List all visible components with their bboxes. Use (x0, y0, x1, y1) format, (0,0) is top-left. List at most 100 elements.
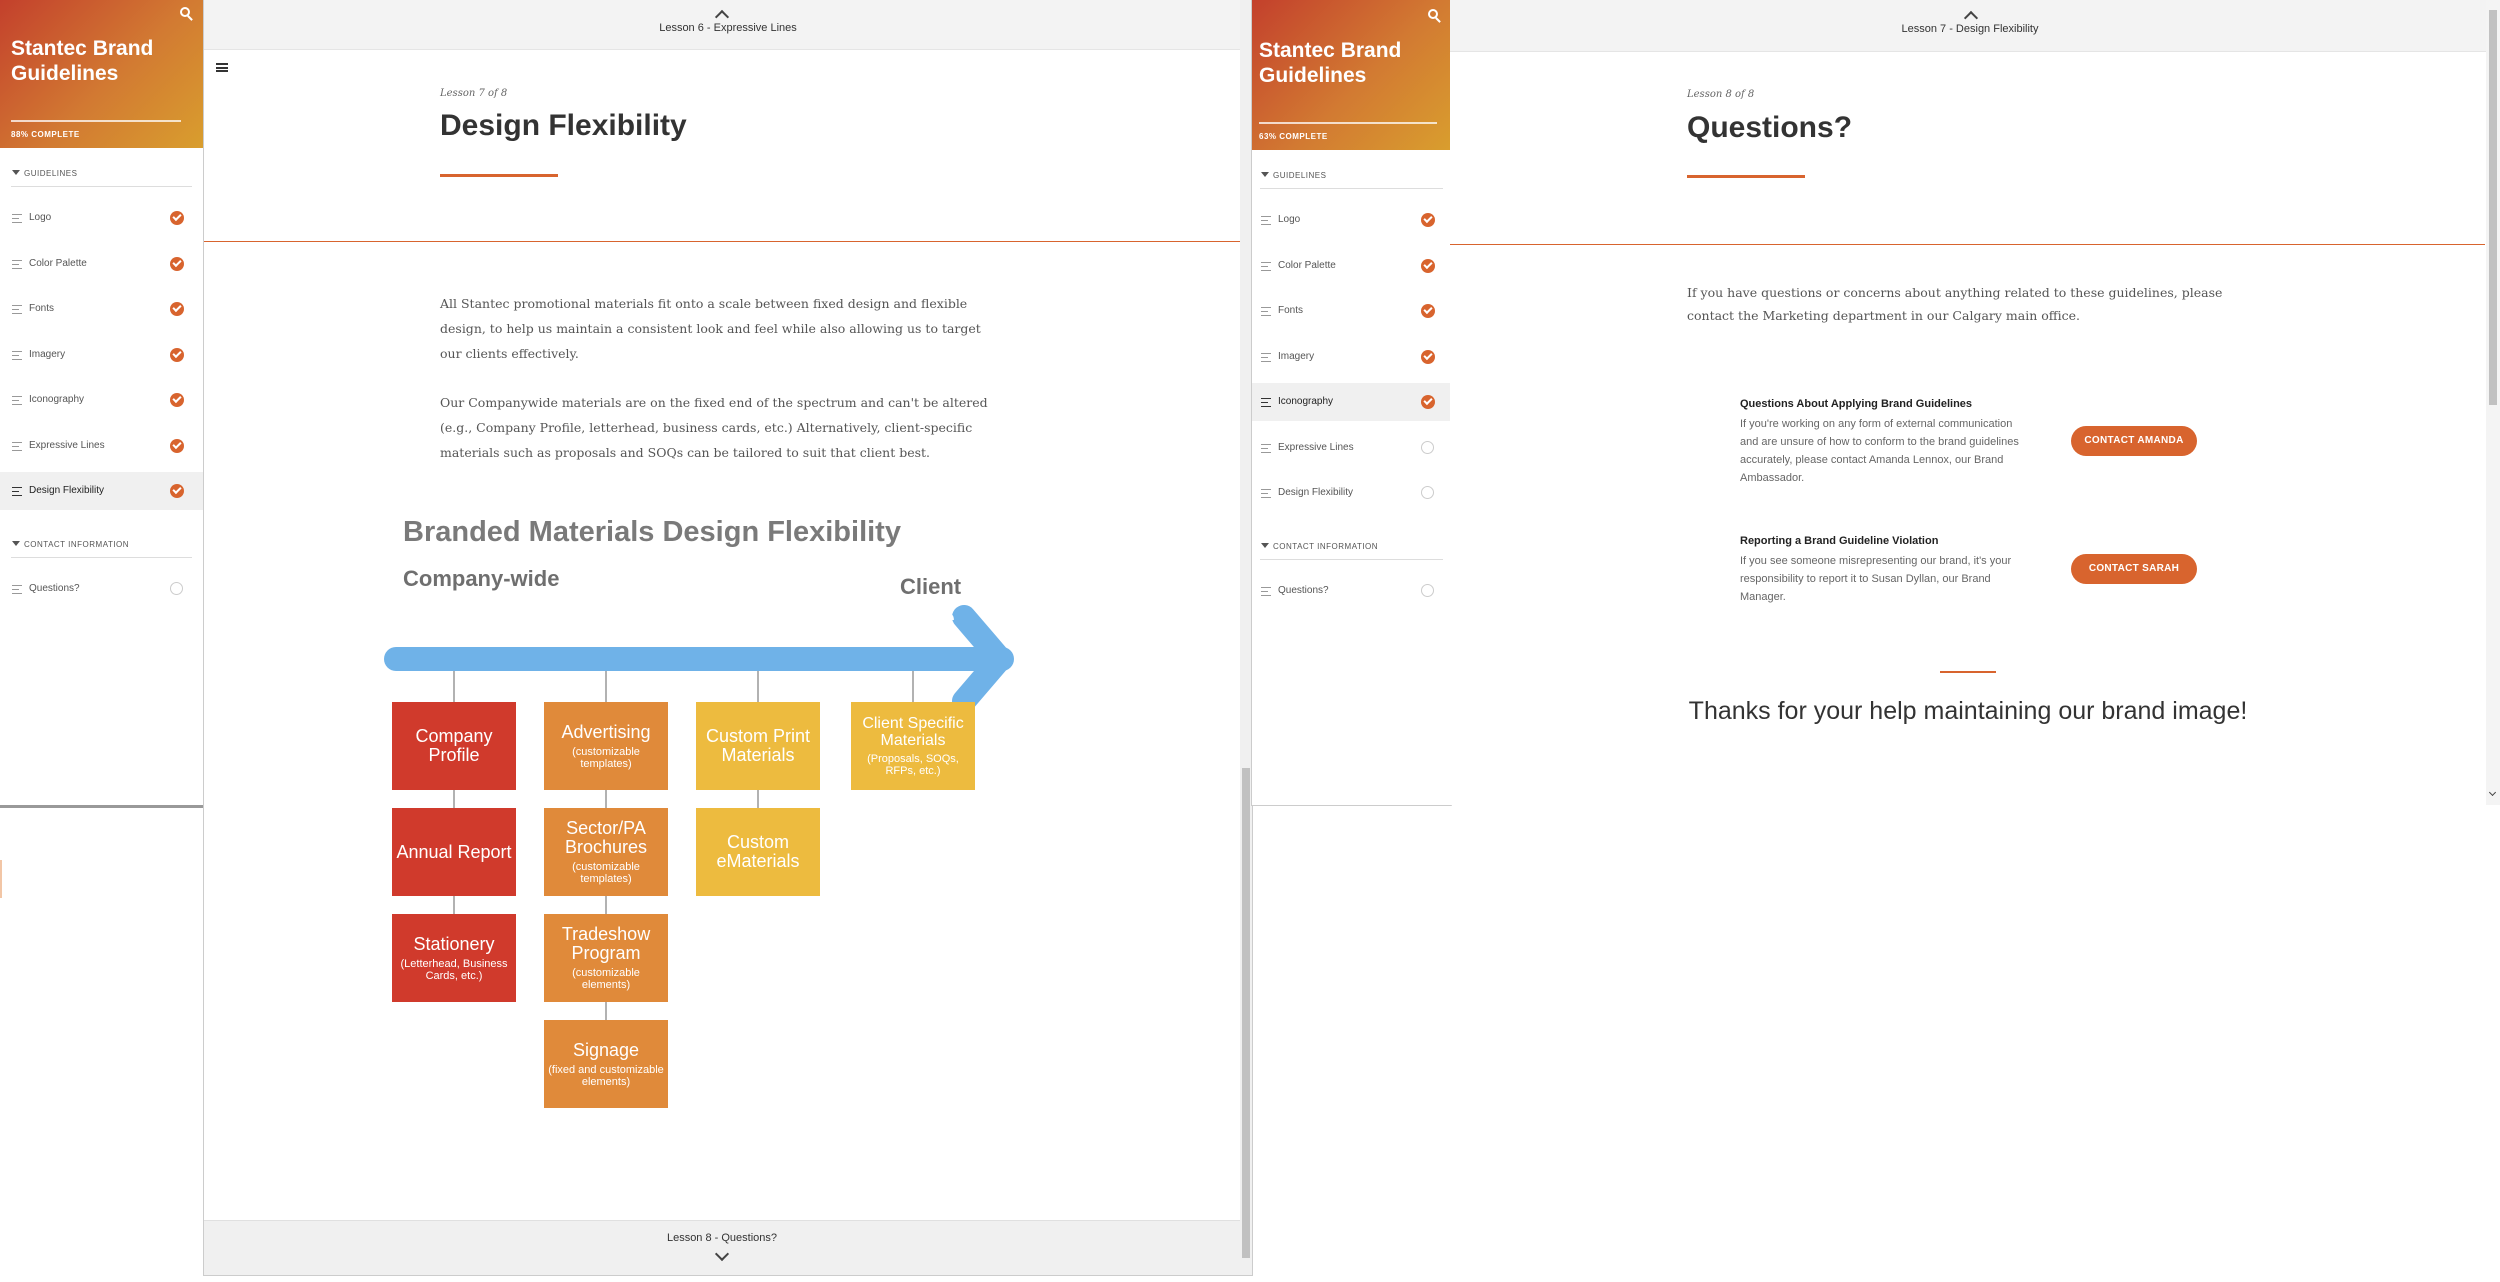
sidebar-item-design-flexibility[interactable]: Design Flexibility (1252, 474, 1451, 512)
box-tradeshow-program: Tradeshow Program (customizable elements… (544, 914, 668, 1002)
scrollbar-track[interactable] (2486, 0, 2500, 805)
left-sidebar: Stantec Brand Guidelines 88% COMPLETE GU… (0, 0, 204, 808)
sidebar-item-expressive-lines[interactable]: Expressive Lines (1252, 429, 1451, 467)
sidebar-item-label: Expressive Lines (29, 439, 105, 451)
caret-down-icon (1261, 542, 1269, 548)
section-toggle[interactable]: CONTACT INFORMATION (1261, 542, 1378, 551)
check-circle-icon (1421, 349, 1435, 364)
course-title[interactable]: Stantec Brand Guidelines (11, 36, 171, 86)
sidebar-item-imagery[interactable]: Imagery (1252, 338, 1451, 376)
lesson-title: Questions? (1687, 111, 1853, 144)
lesson8-window: Lesson 7 - Design Flexibility Lesson 8 o… (1450, 0, 2500, 805)
section-toggle[interactable]: GUIDELINES (1261, 171, 1326, 180)
sidebar-header: Stantec Brand Guidelines 63% COMPLETE (1252, 0, 1451, 150)
chevron-down-icon (714, 1246, 730, 1262)
check-circle-icon (170, 438, 184, 453)
paragraph-2: Our Companywide materials are on the fix… (440, 395, 988, 460)
sidebar-item-logo[interactable]: Logo (1252, 201, 1451, 239)
sidebar-item-label: Design Flexibility (29, 485, 105, 496)
check-circle-icon (170, 256, 184, 271)
contact-heading-2: Reporting a Brand Guideline Violation (1740, 535, 1939, 547)
progress-text: 88% COMPLETE (11, 130, 80, 139)
lesson-list-icon (12, 487, 22, 496)
scroll-down-icon[interactable] (2488, 788, 2497, 797)
sidebar-item-label: Expressive Lines (1278, 441, 1354, 453)
box-signage: Signage (fixed and customizable elements… (544, 1020, 668, 1108)
lesson-list-icon (1261, 307, 1271, 316)
sidebar-item-label: Fonts (29, 303, 55, 314)
search-icon[interactable] (180, 7, 190, 17)
sidebar-item-label: Color Palette (29, 257, 87, 269)
check-circle-icon (1421, 213, 1435, 227)
course-title[interactable]: Stantec Brand Guidelines (1259, 38, 1419, 88)
sidebar-item-expressive-lines[interactable]: Expressive Lines (0, 427, 203, 465)
header-divider (1450, 244, 2485, 245)
box-stationery: Stationery (Letterhead, Business Cards, … (392, 914, 516, 1002)
section-divider (1260, 558, 1443, 560)
sidebar-item-logo[interactable]: Logo (0, 199, 203, 237)
sidebar-item-label: Imagery (1278, 350, 1315, 362)
sidebar-item-color-palette[interactable]: Color Palette (1252, 247, 1451, 285)
bottom-nav[interactable]: Lesson 8 - Questions? (204, 1220, 1240, 1275)
section-toggle[interactable]: GUIDELINES (12, 169, 77, 178)
header-divider (204, 241, 1240, 242)
sidebar-item-color-palette[interactable]: Color Palette (0, 245, 203, 283)
top-nav[interactable]: Lesson 7 - Design Flexibility (1450, 0, 2490, 52)
progress-text: 63% COMPLETE (1259, 132, 1328, 141)
section-toggle[interactable]: CONTACT INFORMATION (12, 540, 129, 549)
sidebar-item-label: Logo (1278, 214, 1301, 225)
empty-circle-icon (1421, 583, 1434, 597)
sidebar-item-fonts[interactable]: Fonts (0, 290, 203, 328)
scrollbar-thumb[interactable] (1242, 768, 1250, 1258)
top-nav[interactable]: Lesson 6 - Expressive Lines (204, 0, 1252, 50)
right-sidebar: Stantec Brand Guidelines 63% COMPLETE GU… (1251, 0, 1452, 806)
sidebar-item-questions[interactable]: Questions? (1252, 572, 1451, 610)
title-underline (440, 174, 558, 177)
caret-down-icon (12, 540, 20, 546)
sidebar-item-imagery[interactable]: Imagery (0, 336, 203, 374)
search-icon[interactable] (1428, 9, 1438, 19)
box-company-profile: Company Profile (392, 702, 516, 790)
lesson-list-icon (12, 305, 22, 314)
empty-circle-icon (1421, 440, 1434, 454)
sidebar-item-iconography[interactable]: Iconography (0, 381, 203, 419)
lesson-list-icon (1261, 443, 1271, 453)
title-underline (1687, 175, 1805, 178)
sidebar-header: Stantec Brand Guidelines 88% COMPLETE (0, 0, 203, 148)
check-circle-icon (1421, 258, 1435, 273)
box-custom-ematerials: Custom eMaterials (696, 808, 820, 896)
check-circle-icon (170, 302, 184, 316)
lesson-number: Lesson 7 of 8 (440, 88, 508, 99)
check-circle-icon (1421, 304, 1435, 318)
lesson-list-icon (1261, 261, 1271, 271)
box-custom-print: Custom Print Materials (696, 702, 820, 790)
lesson-list-icon (1261, 586, 1271, 596)
sidebar-item-fonts[interactable]: Fonts (1252, 292, 1451, 330)
contact-amanda-button[interactable]: CONTACT AMANDA (2071, 426, 2197, 456)
prev-lesson-link[interactable]: Lesson 7 - Design Flexibility (1450, 23, 2490, 35)
sidebar-item-design-flexibility[interactable]: Design Flexibility (0, 472, 203, 510)
sidebar-item-label: Logo (29, 212, 52, 223)
sidebar-item-questions[interactable]: Questions? (0, 570, 203, 608)
lesson7-window: Lesson 6 - Expressive Lines Lesson 7 of … (203, 0, 1253, 1276)
sidebar-peek-indicator (0, 860, 2, 898)
progress-bar (1259, 122, 1437, 124)
lesson-list-icon (1261, 489, 1271, 498)
thanks-rule (1940, 671, 1996, 673)
box-sector-brochures: Sector/PA Brochures (customizable templa… (544, 808, 668, 896)
check-circle-icon (170, 484, 184, 498)
lesson-list-icon (12, 350, 22, 360)
sidebar-item-iconography[interactable]: Iconography (1252, 383, 1451, 421)
menu-icon[interactable] (216, 63, 228, 72)
section-divider (11, 556, 192, 558)
sidebar-item-label: Iconography (29, 394, 85, 405)
next-lesson-link[interactable]: Lesson 8 - Questions? (204, 1232, 1240, 1244)
lesson-list-icon (12, 396, 22, 405)
contact-sarah-button[interactable]: CONTACT SARAH (2071, 554, 2197, 584)
sidebar-item-label: Questions? (29, 582, 80, 594)
lesson-list-icon (1261, 398, 1271, 407)
scrollbar-thumb[interactable] (2489, 10, 2497, 405)
empty-circle-icon (170, 581, 183, 595)
box-annual-report: Annual Report (392, 808, 516, 896)
prev-lesson-link[interactable]: Lesson 6 - Expressive Lines (204, 22, 1252, 34)
